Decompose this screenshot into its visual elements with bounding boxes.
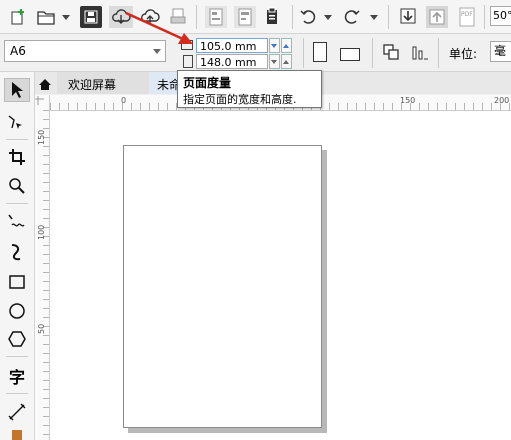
annotation-arrow	[125, 11, 193, 44]
